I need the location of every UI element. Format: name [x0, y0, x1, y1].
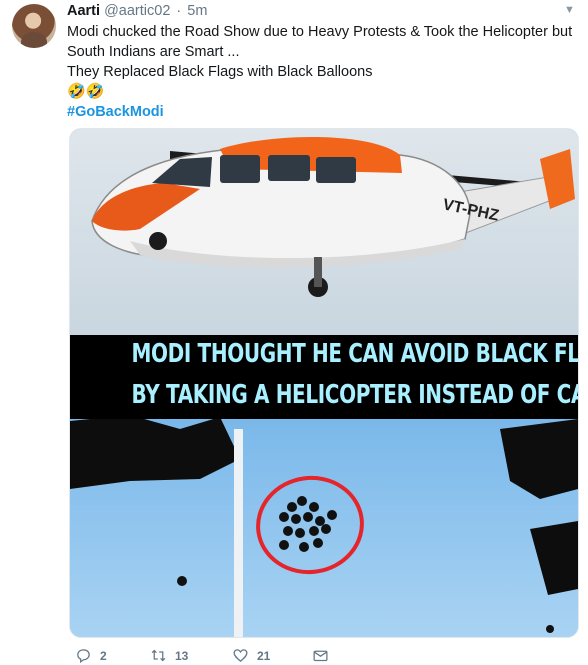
landing-wheel [149, 232, 167, 250]
caption-line: BY TAKING A HELICOPTER INSTEAD OF CAR [131, 380, 579, 410]
cabin-window [316, 157, 356, 183]
tweet[interactable]: Aarti @aartic02 · 5m ▼ Modi chucked the … [0, 0, 588, 665]
timestamp[interactable]: 5m [187, 3, 207, 19]
caption-line: MODI THOUGHT HE CAN AVOID BLACK FLAGS [131, 339, 579, 369]
chevron-down-icon[interactable]: ▼ [564, 4, 575, 16]
cabin-window [268, 155, 310, 181]
reply-count: 2 [100, 648, 107, 663]
reply-icon [77, 649, 90, 664]
retweet-count: 13 [175, 648, 189, 663]
retweet-button[interactable]: 13 [150, 647, 188, 664]
tweet-text: Modi chucked the Road Show due to Heavy … [67, 22, 579, 122]
emoji: 🤣🤣 [67, 83, 105, 100]
retweet-icon [151, 649, 166, 662]
like-icon [233, 649, 248, 662]
author-name[interactable]: Aarti [67, 3, 100, 19]
tweet-text-line: Modi chucked the Road Show due to Heavy … [67, 24, 573, 40]
dm-icon [313, 650, 328, 662]
cabin-window [220, 155, 260, 183]
like-count: 21 [257, 648, 271, 663]
like-button[interactable]: 21 [232, 647, 270, 664]
tweet-header: Aarti @aartic02 · 5m [67, 2, 207, 20]
tweet-text-line: They Replaced Black Flags with Black Bal… [67, 64, 373, 80]
landing-strut [314, 257, 322, 287]
flag-pole [234, 429, 243, 637]
hashtag-link[interactable]: #GoBackModi [67, 102, 579, 122]
separator: · [176, 3, 182, 19]
reply-button[interactable]: 2 [75, 647, 107, 664]
dm-button[interactable] [312, 647, 329, 664]
tweet-text-line: South Indians are Smart ... [67, 44, 240, 60]
avatar[interactable] [12, 4, 56, 48]
tweet-actions: 2 13 21 [0, 647, 588, 665]
author-handle[interactable]: @aartic02 [104, 3, 170, 19]
tweet-image[interactable]: VT-PHZ MODI THOUGHT HE CAN AVOID BLACK F… [69, 128, 579, 638]
